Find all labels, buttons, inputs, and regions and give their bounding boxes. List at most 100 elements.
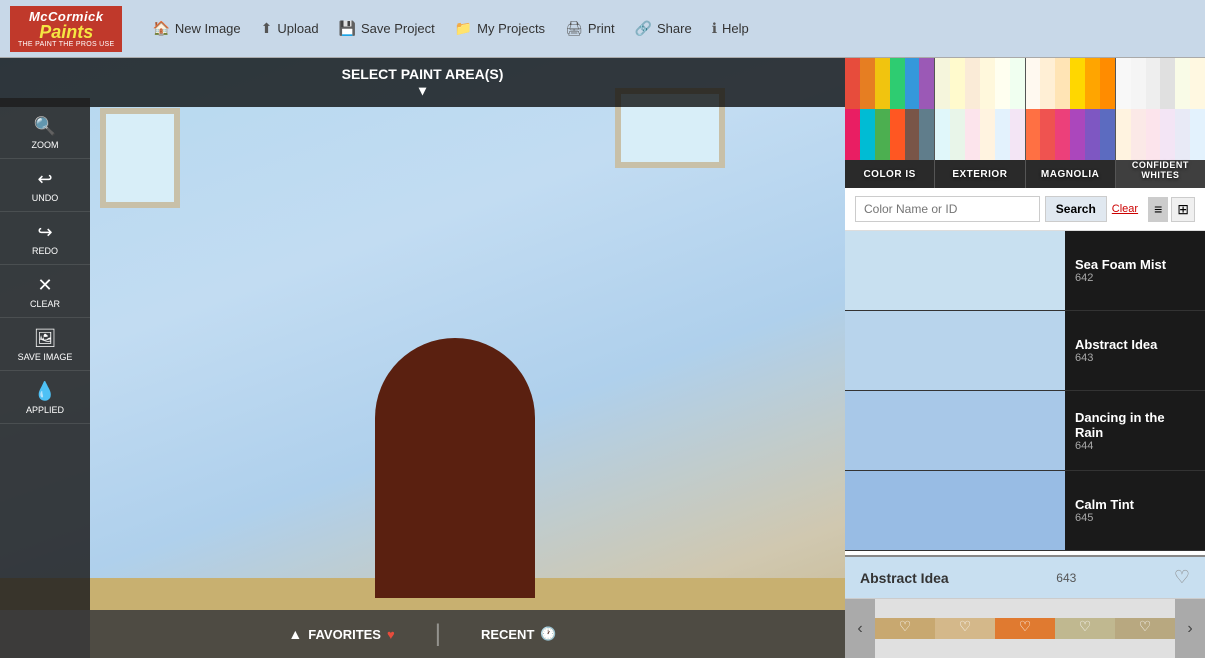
main-layout: SELECT PAINT AREA(S) ▾ 🔍 ZOOM ↩ UNDO ↪ [0, 58, 1205, 658]
toolbar: 🔍 ZOOM ↩ UNDO ↪ REDO ✕ CLEAR 🖼 SAVE IMAG… [0, 98, 90, 658]
nav-share[interactable]: 🔗 Share [635, 20, 692, 37]
color-info-642: Sea Foam Mist 642 [1065, 231, 1205, 310]
nav-print[interactable]: 🖨 Print [565, 20, 615, 37]
coord-heart-4[interactable]: ♡ [1079, 618, 1092, 635]
bottom-bar: ▲ FAVORITES ♥ | RECENT 🕐 [0, 610, 845, 658]
top-navigation: McCormick Paints THE PAINT THE PROS USE … [0, 0, 1205, 58]
selected-color-id: 643 [1056, 571, 1076, 585]
nav-save-project[interactable]: 💾 Save Project [339, 20, 435, 37]
nav-my-projects[interactable]: 📁 My Projects [455, 20, 545, 37]
color-id-642: 642 [1075, 272, 1195, 284]
tab-color-is[interactable]: COLOR IS [845, 58, 935, 188]
search-button[interactable]: Search [1045, 196, 1107, 222]
logo-tagline: THE PAINT THE PROS USE [18, 41, 114, 48]
color-name-645: Calm Tint [1075, 497, 1195, 512]
color-name-642: Sea Foam Mist [1075, 257, 1195, 272]
color-item-643[interactable]: Abstract Idea 643 [845, 311, 1205, 391]
coord-color-1[interactable]: ♡ [875, 618, 935, 639]
confident-whites-swatches [1116, 58, 1205, 160]
room-window-left [100, 108, 180, 208]
applied-tool[interactable]: 💧 APPLIED [0, 373, 90, 424]
share-icon: 🔗 [635, 20, 652, 37]
left-panel: SELECT PAINT AREA(S) ▾ 🔍 ZOOM ↩ UNDO ↪ [0, 58, 845, 658]
save-icon: 💾 [339, 20, 356, 37]
selected-color-banner: Abstract Idea 643 ♡ [845, 555, 1205, 598]
logo[interactable]: McCormick Paints THE PAINT THE PROS USE [10, 6, 122, 52]
clock-icon: 🕐 [540, 626, 556, 642]
color-swatch-645 [845, 471, 1065, 550]
clear-tool[interactable]: ✕ CLEAR [0, 267, 90, 318]
coord-heart-5[interactable]: ♡ [1139, 618, 1152, 635]
nav-items: 🏠 New Image ⬆ Upload 💾 Save Project 📁 My… [152, 20, 748, 37]
up-chevron-icon: ▲ [288, 626, 302, 642]
search-input[interactable] [855, 196, 1040, 222]
room-scene [0, 58, 845, 658]
logo-mc-text: McCormick [29, 10, 104, 23]
color-item-642[interactable]: Sea Foam Mist 642 [845, 231, 1205, 311]
selected-color-name: Abstract Idea [860, 570, 949, 586]
color-id-644: 644 [1075, 440, 1195, 452]
color-swatch-643 [845, 311, 1065, 390]
favorites-button[interactable]: ▲ FAVORITES ♥ [288, 626, 394, 642]
coord-prev-arrow[interactable]: ‹ [845, 599, 875, 658]
nav-upload[interactable]: ⬆ Upload [261, 20, 319, 37]
color-id-643: 643 [1075, 352, 1195, 364]
tab-confident-whites-label: CONFIDENTWHITES [1132, 160, 1189, 180]
recent-button[interactable]: RECENT 🕐 [481, 626, 557, 642]
heart-icon: ♥ [387, 627, 395, 642]
divider: | [435, 620, 441, 648]
undo-tool[interactable]: ↩ UNDO [0, 161, 90, 212]
exterior-swatches [935, 58, 1024, 160]
color-swatch-644 [845, 391, 1065, 470]
applied-icon: 💧 [34, 381, 56, 402]
color-item-645[interactable]: Calm Tint 645 [845, 471, 1205, 551]
redo-icon: ↪ [37, 222, 52, 243]
info-icon: ℹ [712, 20, 717, 37]
favorite-heart-icon[interactable]: ♡ [1174, 567, 1190, 588]
list-view-button[interactable]: ≡ [1148, 197, 1168, 222]
coord-middle: Coordinating Colors ♡ ♡ ♡ ♡ ♡ [875, 618, 1175, 639]
logo-paints-text: Paints [39, 23, 93, 41]
zoom-icon: 🔍 [34, 116, 56, 137]
view-icons: ≡ ⊞ [1148, 197, 1195, 222]
home-icon: 🏠 [152, 20, 169, 37]
color-name-644: Dancing in the Rain [1075, 410, 1195, 440]
clear-icon: ✕ [37, 275, 52, 296]
upload-icon: ⬆ [261, 20, 273, 37]
save-image-tool[interactable]: 🖼 SAVE IMAGE [0, 320, 90, 371]
nav-new-image[interactable]: 🏠 New Image [152, 20, 240, 37]
tab-confident-whites[interactable]: CONFIDENTWHITES [1116, 58, 1205, 188]
chevron-down-icon: ▾ [10, 82, 835, 99]
coord-heart-2[interactable]: ♡ [959, 618, 972, 635]
coord-color-3[interactable]: ♡ [995, 618, 1055, 639]
search-bar: Search Clear ≡ ⊞ [845, 188, 1205, 231]
tab-exterior[interactable]: EXTERIOR [935, 58, 1025, 188]
room-door [375, 338, 535, 598]
coordinating-colors-section: ‹ Coordinating Colors ♡ ♡ ♡ ♡ [845, 598, 1205, 658]
print-icon: 🖨 [565, 20, 583, 37]
clear-link[interactable]: Clear [1112, 203, 1138, 215]
folder-icon: 📁 [455, 20, 472, 37]
coord-color-4[interactable]: ♡ [1055, 618, 1115, 639]
color-swatch-642 [845, 231, 1065, 310]
coord-next-arrow[interactable]: › [1175, 599, 1205, 658]
color-item-644[interactable]: Dancing in the Rain 644 [845, 391, 1205, 471]
coord-heart-3[interactable]: ♡ [1019, 618, 1032, 635]
tab-magnolia[interactable]: MAGNOLIA [1026, 58, 1116, 188]
coord-color-5[interactable]: ♡ [1115, 618, 1175, 639]
zoom-tool[interactable]: 🔍 ZOOM [0, 108, 90, 159]
coord-heart-1[interactable]: ♡ [899, 618, 912, 635]
grid-view-button[interactable]: ⊞ [1171, 197, 1195, 222]
color-info-645: Calm Tint 645 [1065, 471, 1205, 550]
color-info-644: Dancing in the Rain 644 [1065, 391, 1205, 470]
coord-color-2[interactable]: ♡ [935, 618, 995, 639]
magnolia-swatches [1026, 58, 1115, 160]
collection-tabs: COLOR IS EXTERIOR [845, 58, 1205, 188]
redo-tool[interactable]: ↪ REDO [0, 214, 90, 265]
color-id-645: 645 [1075, 512, 1195, 524]
image-icon: 🖼 [34, 328, 57, 349]
color-is-swatches [845, 58, 934, 160]
right-panel: COLOR IS EXTERIOR [845, 58, 1205, 658]
color-info-643: Abstract Idea 643 [1065, 311, 1205, 390]
nav-help[interactable]: ℹ Help [712, 20, 749, 37]
